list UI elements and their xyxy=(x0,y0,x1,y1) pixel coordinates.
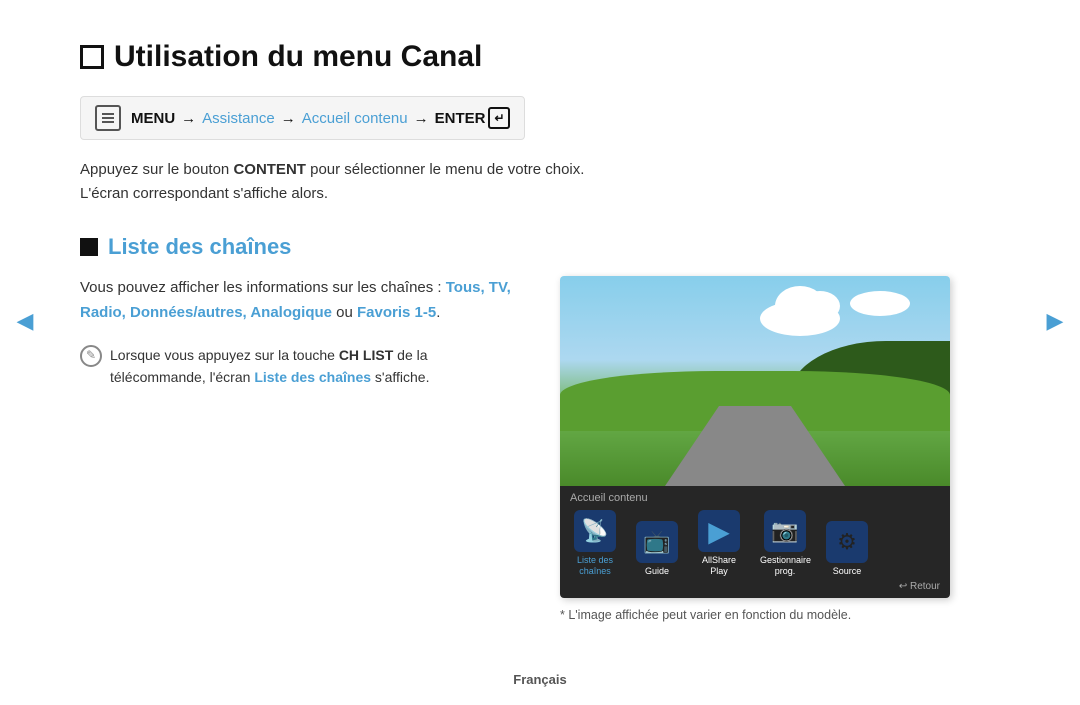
tv-menu-item-source[interactable]: ⚙ Source xyxy=(826,521,868,577)
channel-list-icon: 📡 xyxy=(574,510,616,552)
breadcrumb-arrow-3: → xyxy=(414,110,429,127)
breadcrumb-enter: ENTER ↵ xyxy=(435,107,511,129)
section-title: Liste des chaînes xyxy=(108,234,291,260)
tv-menu-item-gestionnaire[interactable]: 📷 Gestionnaire prog. xyxy=(760,510,810,577)
gestionnaire-icon: 📷 xyxy=(764,510,806,552)
nav-arrow-left[interactable] xyxy=(10,296,40,346)
note-row: ✎ Lorsque vous appuyez sur la touche CH … xyxy=(80,344,490,389)
gestionnaire-label: Gestionnaire prog. xyxy=(760,555,810,577)
allshare-icon: ▶ xyxy=(698,510,740,552)
guide-icon: 📺 xyxy=(636,521,678,563)
breadcrumb-accueil: Accueil contenu xyxy=(302,110,408,127)
checkbox-icon xyxy=(80,45,104,69)
source-label: Source xyxy=(833,566,862,577)
breadcrumb-arrow-1: → xyxy=(181,110,196,127)
note-icon: ✎ xyxy=(80,345,102,367)
menu-icon xyxy=(95,105,121,131)
allshare-label: AllShare Play xyxy=(694,555,744,577)
channel-description: Vous pouvez afficher les informations su… xyxy=(80,276,520,326)
guide-label: Guide xyxy=(645,566,669,577)
footer-language: Français xyxy=(0,672,1080,687)
breadcrumb-assistance: Assistance xyxy=(202,110,275,127)
tv-menu-item-channel-list[interactable]: 📡 Liste des chaînes xyxy=(570,510,620,577)
breadcrumb-arrow-2: → xyxy=(281,110,296,127)
section-square-icon xyxy=(80,238,98,256)
note-text: Lorsque vous appuyez sur la touche CH LI… xyxy=(110,344,490,389)
tv-image-area xyxy=(560,276,950,486)
breadcrumb-menu-label: MENU xyxy=(131,110,175,127)
tv-menu-item-allshare[interactable]: ▶ AllShare Play xyxy=(694,510,744,577)
channel-list-label: Liste des chaînes xyxy=(570,555,620,577)
tv-menu-item-guide[interactable]: 📺 Guide xyxy=(636,521,678,577)
content-area: Vous pouvez afficher les informations su… xyxy=(80,276,1000,622)
main-description: Appuyez sur le bouton CONTENT pour sélec… xyxy=(80,158,640,206)
tv-retour: ↩ Retour xyxy=(899,581,940,592)
page-title: Utilisation du menu Canal xyxy=(80,40,1000,74)
enter-icon: ↵ xyxy=(488,107,510,129)
tv-menu-items: 📡 Liste des chaînes 📺 Guide ▶ AllShare P… xyxy=(570,510,940,577)
tv-screen-container: Accueil contenu 📡 Liste des chaînes 📺 Gu… xyxy=(560,276,950,622)
breadcrumb: MENU → Assistance → Accueil contenu → EN… xyxy=(80,96,525,140)
content-left: Vous pouvez afficher les informations su… xyxy=(80,276,520,388)
nav-arrow-right[interactable] xyxy=(1040,296,1070,346)
tv-menu-bar: Accueil contenu 📡 Liste des chaînes 📺 Gu… xyxy=(560,486,950,598)
section-heading: Liste des chaînes xyxy=(80,234,1000,260)
tv-menu-label: Accueil contenu xyxy=(570,492,940,504)
source-icon: ⚙ xyxy=(826,521,868,563)
tv-screen: Accueil contenu 📡 Liste des chaînes 📺 Gu… xyxy=(560,276,950,598)
image-caption: * L'image affichée peut varier en foncti… xyxy=(560,608,950,622)
